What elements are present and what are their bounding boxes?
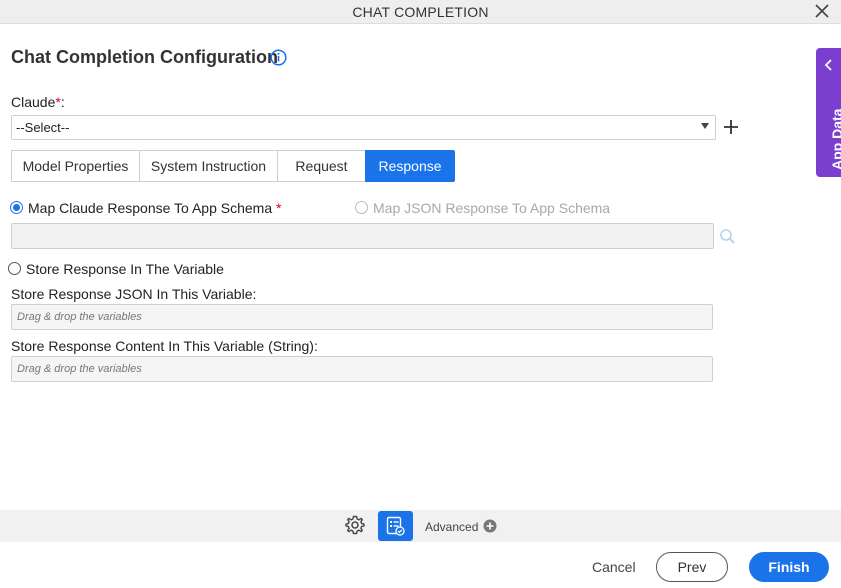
finish-button[interactable]: Finish bbox=[749, 552, 829, 582]
tab-response[interactable]: Response bbox=[365, 150, 455, 182]
tab-request[interactable]: Request bbox=[277, 150, 365, 182]
prev-button[interactable]: Prev bbox=[656, 552, 728, 582]
chevron-left-icon bbox=[824, 59, 832, 71]
store-json-label: Store Response JSON In This Variable: bbox=[11, 286, 257, 302]
close-icon[interactable] bbox=[813, 2, 831, 20]
claude-label: Claude*: bbox=[11, 94, 65, 110]
gear-icon[interactable] bbox=[344, 514, 366, 536]
cancel-button[interactable]: Cancel bbox=[592, 559, 636, 575]
map-claude-radio[interactable] bbox=[10, 201, 23, 214]
store-json-dropzone[interactable]: Drag & drop the variables bbox=[11, 304, 713, 330]
bottom-toolbar bbox=[0, 510, 841, 542]
window-titlebar: CHAT COMPLETION bbox=[0, 0, 841, 24]
form-validation-button[interactable] bbox=[378, 511, 413, 541]
claude-select[interactable]: --Select-- bbox=[11, 115, 716, 140]
tab-system-instruction[interactable]: System Instruction bbox=[139, 150, 277, 182]
app-data-label: App Data bbox=[829, 108, 841, 170]
add-claude-plus-icon[interactable] bbox=[722, 118, 740, 136]
required-marker: * bbox=[276, 200, 282, 216]
tab-model-properties[interactable]: Model Properties bbox=[11, 150, 139, 182]
window-title: CHAT COMPLETION bbox=[352, 4, 489, 20]
app-schema-input[interactable] bbox=[11, 223, 714, 249]
map-claude-label-text: Map Claude Response To App Schema bbox=[28, 200, 273, 216]
map-claude-label: Map Claude Response To App Schema * bbox=[28, 200, 281, 216]
store-variable-radio[interactable] bbox=[8, 262, 21, 275]
store-content-dropzone[interactable]: Drag & drop the variables bbox=[11, 356, 713, 382]
advanced-plus-icon[interactable] bbox=[483, 519, 497, 533]
store-content-label: Store Response Content In This Variable … bbox=[11, 338, 318, 354]
form-check-icon bbox=[386, 516, 405, 536]
search-icon[interactable] bbox=[719, 228, 736, 245]
claude-label-colon: : bbox=[60, 94, 65, 110]
advanced-label[interactable]: Advanced bbox=[425, 520, 478, 534]
app-data-panel-toggle[interactable]: App Data bbox=[816, 48, 841, 177]
page-title: Chat Completion Configuration bbox=[11, 47, 278, 67]
dropdown-arrow-icon bbox=[701, 123, 709, 129]
map-json-label: Map JSON Response To App Schema bbox=[373, 200, 611, 216]
map-json-radio[interactable] bbox=[355, 201, 368, 214]
store-variable-label: Store Response In The Variable bbox=[26, 261, 224, 277]
claude-label-text: Claude bbox=[11, 94, 56, 110]
info-icon[interactable] bbox=[270, 49, 287, 66]
config-tabs: Model Properties System Instruction Requ… bbox=[11, 150, 455, 182]
claude-select-value: --Select-- bbox=[16, 120, 70, 135]
